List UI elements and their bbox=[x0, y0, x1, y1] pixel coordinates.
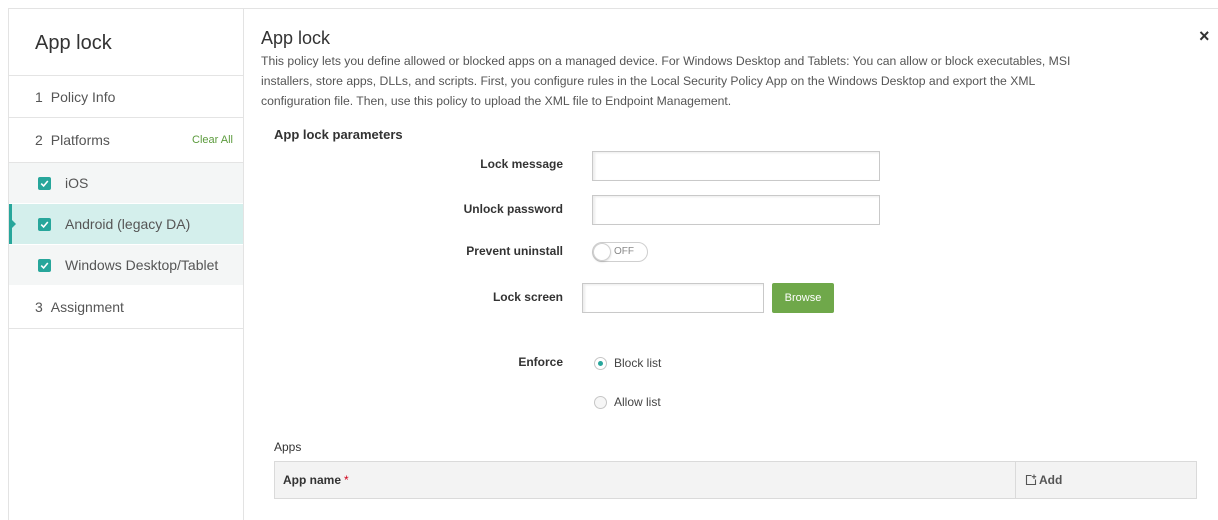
section-title: App lock parameters bbox=[274, 127, 403, 142]
checkmark-icon bbox=[40, 261, 49, 269]
lock-screen-input[interactable] bbox=[582, 283, 764, 313]
sidebar-step-platforms[interactable]: 2 Platforms Clear All bbox=[9, 118, 243, 163]
unlock-password-label: Unlock password bbox=[463, 202, 563, 216]
sidebar-title: App lock bbox=[9, 9, 243, 76]
enforce-label: Enforce bbox=[518, 355, 563, 369]
prevent-uninstall-toggle[interactable]: OFF bbox=[592, 242, 648, 262]
step-label: Assignment bbox=[50, 299, 124, 315]
platform-label: Android (legacy DA) bbox=[65, 216, 191, 232]
sidebar-item-ios[interactable]: iOS bbox=[9, 163, 243, 204]
column-divider bbox=[1015, 462, 1016, 498]
radio-label: Allow list bbox=[614, 395, 661, 409]
description-line: installers, store apps, DLLs, and script… bbox=[261, 74, 1036, 88]
active-indicator bbox=[9, 204, 16, 244]
allow-list-radio-option[interactable]: Allow list bbox=[594, 394, 661, 410]
description-line: This policy lets you define allowed or b… bbox=[261, 54, 1071, 68]
platform-label: iOS bbox=[65, 175, 89, 191]
policy-description: This policy lets you define allowed or b… bbox=[261, 51, 1070, 111]
sidebar-step-policy-info[interactable]: 1 Policy Info bbox=[9, 76, 243, 118]
platform-label: Windows Desktop/Tablet bbox=[65, 257, 219, 273]
apps-table-header: App name * Add bbox=[274, 461, 1197, 499]
column-header-app-name: App name * bbox=[283, 472, 349, 488]
radio-button[interactable] bbox=[594, 356, 607, 370]
add-label: Add bbox=[1039, 473, 1063, 487]
sidebar-step-assignment[interactable]: 3 Assignment bbox=[9, 286, 243, 329]
step-label: Policy Info bbox=[50, 88, 116, 105]
add-icon bbox=[1025, 474, 1037, 486]
clear-all-link[interactable]: Clear All bbox=[192, 134, 233, 146]
apps-section-label: Apps bbox=[274, 440, 302, 454]
toggle-state-label: OFF bbox=[614, 246, 634, 257]
step-number: 2 bbox=[35, 132, 43, 148]
lock-message-label: Lock message bbox=[480, 157, 563, 171]
close-icon[interactable]: × bbox=[1199, 26, 1210, 46]
prevent-uninstall-label: Prevent uninstall bbox=[466, 244, 563, 258]
platform-checkbox[interactable] bbox=[38, 258, 51, 272]
radio-label: Block list bbox=[614, 356, 662, 370]
checkmark-icon bbox=[40, 179, 49, 187]
description-line: configuration file. Then, use this polic… bbox=[261, 94, 732, 108]
step-number: 1 bbox=[35, 88, 43, 105]
add-app-button[interactable]: Add bbox=[1025, 472, 1062, 488]
toggle-knob bbox=[593, 243, 611, 261]
radio-button[interactable] bbox=[594, 395, 607, 409]
platform-checkbox[interactable] bbox=[38, 176, 51, 190]
block-list-radio-option[interactable]: Block list bbox=[594, 355, 661, 371]
lock-screen-label: Lock screen bbox=[492, 290, 563, 304]
sidebar-item-windows-desktop-tablet[interactable]: Windows Desktop/Tablet bbox=[9, 245, 243, 286]
column-header-label: App name bbox=[283, 473, 342, 487]
sidebar-item-android-legacy-da[interactable]: Android (legacy DA) bbox=[9, 204, 243, 245]
platform-checkbox[interactable] bbox=[38, 217, 51, 231]
lock-message-input[interactable] bbox=[592, 151, 880, 181]
required-marker: * bbox=[344, 473, 349, 487]
step-number: 3 bbox=[35, 299, 43, 315]
browse-button[interactable]: Browse bbox=[772, 283, 834, 313]
checkmark-icon bbox=[40, 220, 49, 228]
sidebar-border-right bbox=[243, 8, 244, 520]
page-title: App lock bbox=[261, 28, 331, 48]
step-label: Platforms bbox=[50, 132, 110, 148]
unlock-password-input[interactable] bbox=[592, 195, 880, 225]
